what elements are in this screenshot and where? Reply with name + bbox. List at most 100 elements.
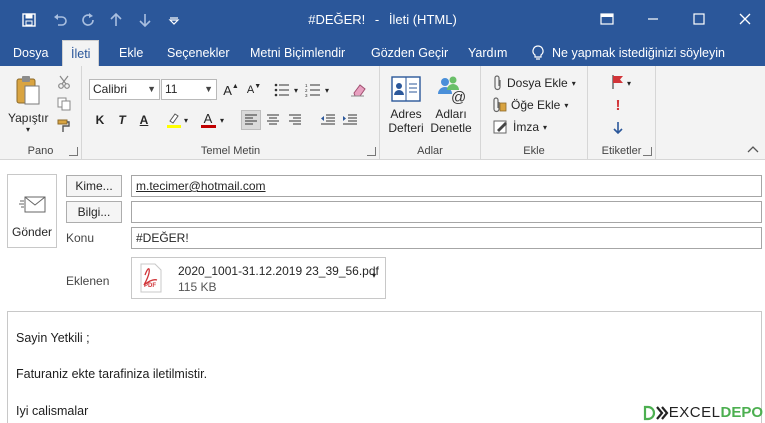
subject-field[interactable]: #DEĞER! <box>131 227 762 249</box>
signature-dropdown-icon: ▾ <box>543 122 548 132</box>
attachment-item[interactable]: PDF 2020_1001-31.12.2019 23_39_56.pdf 11… <box>131 257 386 299</box>
address-book-icon <box>391 76 421 102</box>
bold-button[interactable]: K <box>90 110 110 130</box>
tab-file[interactable]: Dosya <box>5 40 56 66</box>
chevron-down-icon: ▼ <box>147 84 156 94</box>
send-button[interactable]: Gönder <box>7 174 57 248</box>
watermark-excel: EXCEL <box>668 404 721 421</box>
exceldepo-watermark: EXCEL DEPO <box>643 404 763 421</box>
cc-button[interactable]: Bilgi... <box>66 201 122 223</box>
maximize-icon[interactable] <box>684 6 714 32</box>
font-name-value: Calibri <box>93 82 128 96</box>
italic-button[interactable]: T <box>112 110 132 130</box>
tab-options[interactable]: Seçenekler <box>159 40 238 66</box>
collapse-ribbon-icon[interactable] <box>747 145 759 156</box>
bullets-icon[interactable] <box>272 80 292 100</box>
font-size-select[interactable]: 11 ▼ <box>161 79 217 100</box>
tell-me-box[interactable]: Ne yapmak istediğinizi söyleyin <box>532 40 725 66</box>
paste-dropdown-icon: ▾ <box>25 125 30 134</box>
attach-item-label: Öğe Ekle <box>511 98 561 112</box>
tell-me-text: Ne yapmak istediğinizi söyleyin <box>552 46 725 60</box>
copy-icon[interactable] <box>54 94 74 114</box>
check-names-button[interactable]: @ Adları Denetle <box>429 74 473 135</box>
body-closing: Iyi calismalar <box>16 404 89 418</box>
font-color-bar <box>200 125 216 128</box>
basic-text-group-label: Temel Metin <box>200 145 261 157</box>
highlight-dropdown-icon[interactable]: ▾ <box>181 110 191 130</box>
flag-dropdown-icon[interactable]: ▾ <box>624 73 634 93</box>
high-importance-icon[interactable]: ! <box>608 95 628 115</box>
format-painter-icon[interactable] <box>54 116 74 136</box>
include-group: Dosya Ekle ▾ Öğe Ekle ▾ İmza ▾ Ekle <box>481 66 588 160</box>
attached-label: Eklenen <box>66 274 110 288</box>
attach-file-dropdown-icon: ▾ <box>571 78 576 88</box>
to-recipient[interactable]: m.tecimer@hotmail.com <box>136 179 266 193</box>
names-group-label: Adlar <box>417 145 443 157</box>
tab-help[interactable]: Yardım <box>460 40 515 66</box>
align-left-icon[interactable] <box>241 110 261 130</box>
font-color-label: A <box>203 111 213 126</box>
tab-review[interactable]: Gözden Geçir <box>363 40 456 66</box>
attach-file-label: Dosya Ekle <box>507 76 568 90</box>
attachment-size: 115 KB <box>178 280 217 294</box>
check-names-icon: @ <box>438 76 466 106</box>
exceldepo-logo-icon <box>643 405 669 420</box>
low-importance-icon[interactable] <box>608 118 628 138</box>
attach-item-icon <box>493 97 507 113</box>
ribbon-tabs: Dosya İleti Ekle Seçenekler Metni Biçiml… <box>0 40 765 67</box>
bullets-dropdown-icon[interactable]: ▾ <box>291 80 301 100</box>
paste-icon <box>16 76 40 105</box>
grow-caret-icon: ▲ <box>231 83 239 90</box>
align-right-icon[interactable] <box>285 110 305 130</box>
chevron-down-icon: ▼ <box>204 84 213 94</box>
title-bar: #DEĞER! - İleti (HTML) <box>0 0 765 40</box>
tab-insert[interactable]: Ekle <box>111 40 151 66</box>
cut-icon[interactable] <box>54 72 74 92</box>
include-group-label: Ekle <box>523 145 545 157</box>
clipboard-launcher-icon[interactable] <box>69 147 78 156</box>
tab-message[interactable]: İleti <box>62 40 100 67</box>
subject-label: Konu <box>66 231 95 245</box>
outlook-compose-window: #DEĞER! - İleti (HTML) Dosya İleti Ekle … <box>0 0 765 423</box>
signature-icon <box>493 120 507 134</box>
attach-file-button[interactable]: Dosya Ekle ▾ <box>493 75 576 91</box>
cc-field[interactable] <box>131 201 762 223</box>
send-icon <box>19 196 46 213</box>
shrink-caret-icon: ▼ <box>254 83 262 90</box>
decrease-indent-icon[interactable] <box>318 110 338 130</box>
increase-indent-icon[interactable] <box>340 110 360 130</box>
paperclip-icon <box>494 75 501 91</box>
paste-label: Yapıştır <box>8 111 49 125</box>
font-color-dropdown-icon[interactable]: ▾ <box>217 110 227 130</box>
watermark-depo: DEPO <box>720 404 763 421</box>
ribbon-display-options-icon[interactable] <box>592 6 622 32</box>
signature-button[interactable]: İmza ▾ <box>493 119 547 135</box>
numbering-icon[interactable]: 123 <box>303 80 323 100</box>
tab-format-text[interactable]: Metni Biçimlendir <box>242 40 353 66</box>
basic-text-launcher-icon[interactable] <box>367 147 376 156</box>
to-field[interactable]: m.tecimer@hotmail.com <box>131 175 762 197</box>
font-name-select[interactable]: Calibri ▼ <box>89 79 160 100</box>
grow-font-label: A <box>223 82 232 98</box>
tags-launcher-icon[interactable] <box>643 147 652 156</box>
basic-text-group: Calibri ▼ 11 ▼ A ▲ A ▼ ▾ 123 ▾ K T A ▾ A… <box>82 66 380 160</box>
minimize-icon[interactable] <box>638 6 668 32</box>
tags-group: ▾ ! Etiketler <box>588 66 656 160</box>
attachment-dropdown-icon[interactable]: ▾ <box>372 271 376 280</box>
address-book-button[interactable]: Adres Defteri <box>386 74 426 135</box>
grow-font-button[interactable]: A ▲ <box>221 80 241 100</box>
align-center-icon[interactable] <box>263 110 283 130</box>
send-label: Gönder <box>11 225 53 239</box>
attach-item-button[interactable]: Öğe Ekle ▾ <box>493 97 568 113</box>
clear-formatting-icon[interactable] <box>348 80 368 100</box>
attachment-name: 2020_1001-31.12.2019 23_39_56.pdf <box>178 264 379 278</box>
close-icon[interactable] <box>730 6 760 32</box>
shrink-font-button[interactable]: A ▼ <box>244 80 264 100</box>
paste-button[interactable]: Yapıştır ▾ <box>8 74 48 134</box>
attach-item-dropdown-icon: ▾ <box>564 100 569 110</box>
underline-button[interactable]: A <box>134 110 154 130</box>
font-color-button[interactable]: A <box>198 110 218 130</box>
numbering-dropdown-icon[interactable]: ▾ <box>322 80 332 100</box>
title-separator: - <box>374 12 380 27</box>
to-button[interactable]: Kime... <box>66 175 122 197</box>
